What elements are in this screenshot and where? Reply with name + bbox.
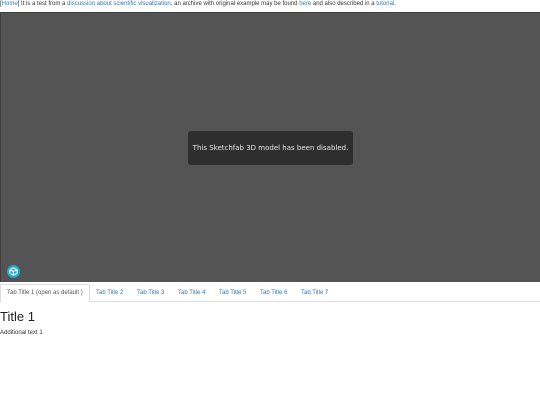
content-title: Title 1	[0, 309, 35, 324]
discussion-link[interactable]: discussion about scientific visualizatio…	[67, 1, 171, 7]
tab-title-5[interactable]: Tab Title 5	[219, 284, 246, 302]
sketchfab-viewer[interactable]: This Sketchfab 3D model has been disable…	[0, 12, 540, 282]
disabled-message: This Sketchfab 3D model has been disable…	[188, 131, 353, 165]
tab-title-7[interactable]: Tab Title 7	[301, 284, 328, 302]
header-line: [Home] It is a test from a discussion ab…	[0, 0, 540, 10]
tab-title-3[interactable]: Tab Title 3	[137, 284, 164, 302]
header-text-1: It is a test from a	[19, 1, 68, 7]
tab-title-4[interactable]: Tab Title 4	[178, 284, 205, 302]
header-text-2: , an archive with original example may b…	[170, 1, 300, 7]
here-link[interactable]: here	[299, 1, 311, 7]
header-text-3: and also described in a	[311, 1, 377, 7]
tutorial-link[interactable]: tutorial	[376, 1, 394, 7]
tab-title-1[interactable]: Tab Title 1 (open as default )	[0, 284, 90, 303]
header-text-4: .	[394, 1, 396, 7]
home-link[interactable]: Home	[2, 1, 18, 7]
tab-title-6[interactable]: Tab Title 6	[260, 284, 287, 302]
tab-bar: Tab Title 1 (open as default ) Tab Title…	[0, 284, 540, 303]
tab-title-2[interactable]: Tab Title 2	[96, 284, 123, 302]
content-text: Additional text 1	[0, 330, 43, 336]
sketchfab-logo-icon[interactable]	[7, 265, 20, 278]
